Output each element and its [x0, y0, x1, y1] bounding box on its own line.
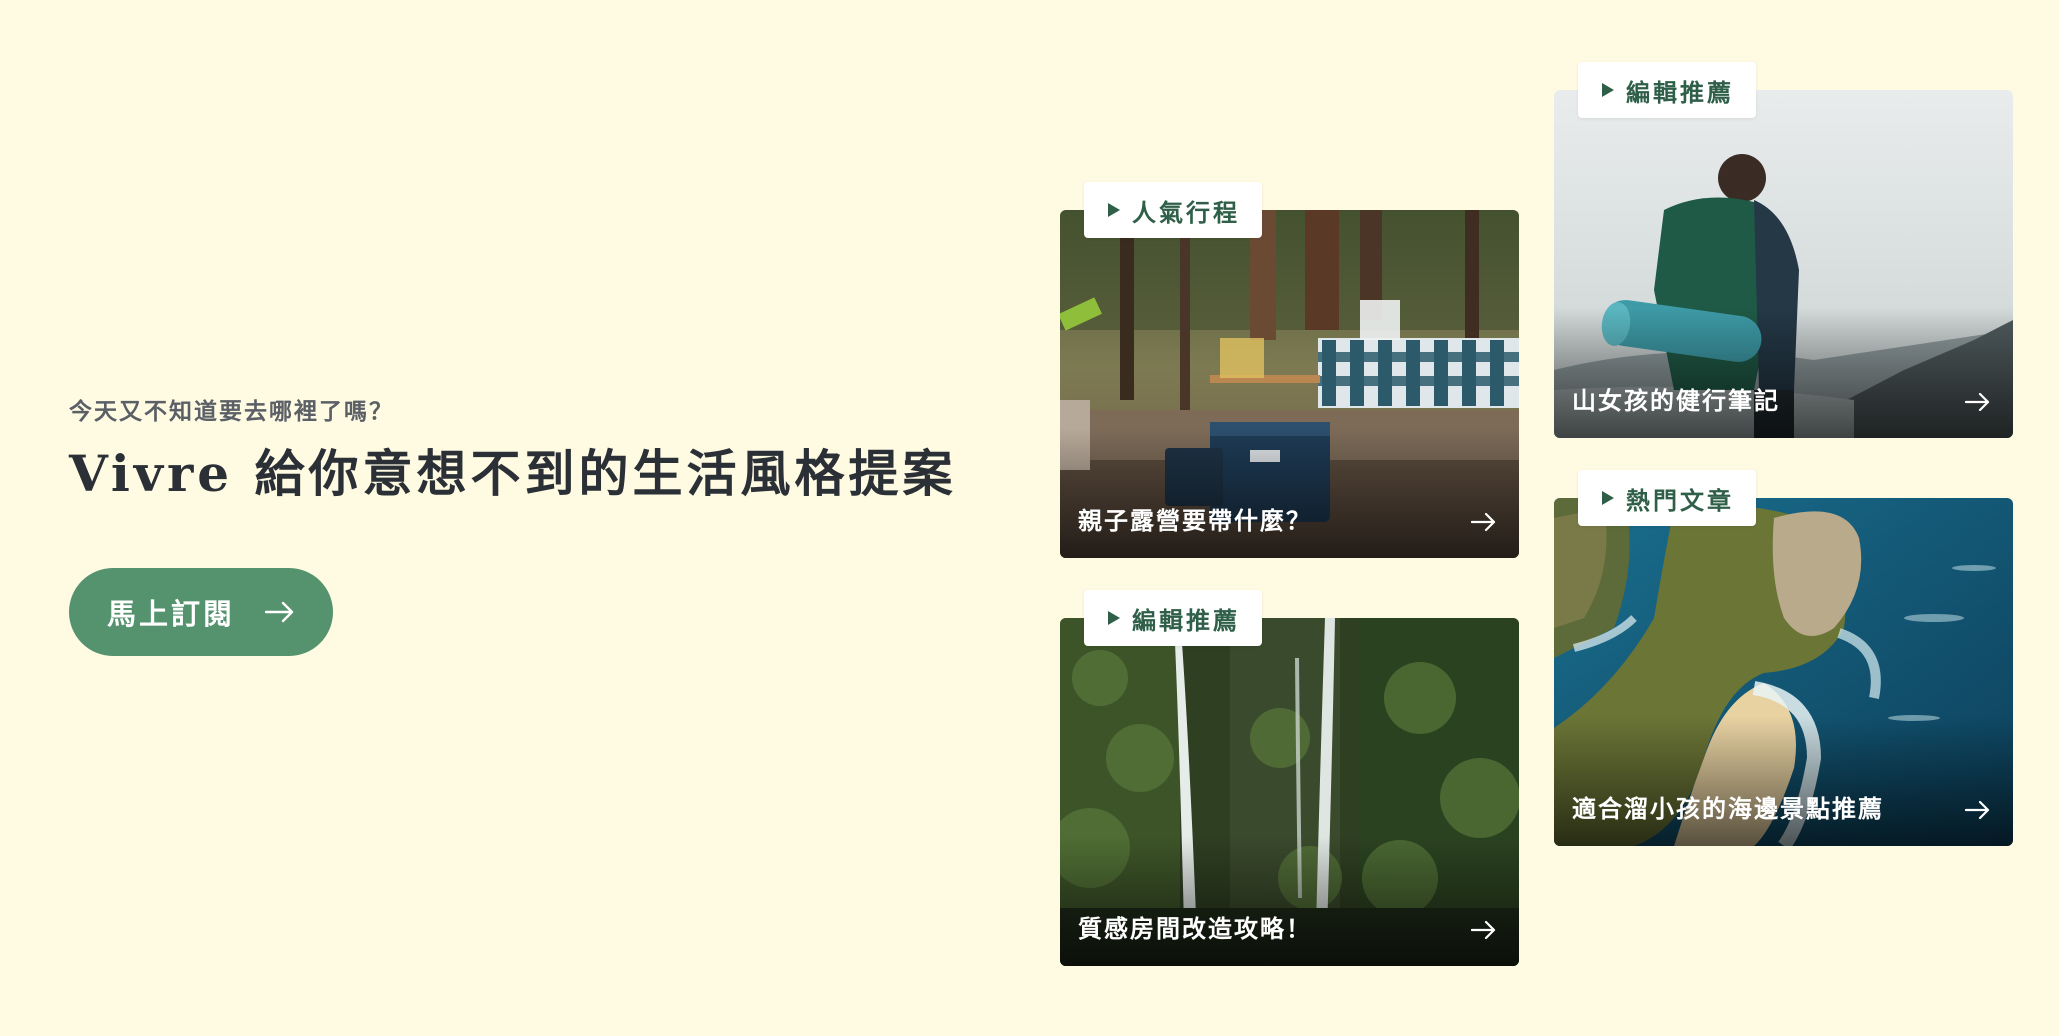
article-card-room-makeover[interactable]: 編輯推薦 質感房間改造攻略！	[1060, 590, 1519, 966]
category-tag-label: 熱門文章	[1626, 485, 1734, 515]
play-triangle-icon	[1108, 203, 1120, 217]
article-card-camping[interactable]: 人氣行程 親子露營要帶什麼？	[1060, 182, 1519, 558]
category-tag: 編輯推薦	[1578, 62, 1756, 118]
hero-section: 今天又不知道要去哪裡了嗎？ Vivre 給你意想不到的生活風格提案 馬上訂閱	[69, 398, 969, 656]
subscribe-button[interactable]: 馬上訂閱	[69, 567, 334, 656]
category-tag: 編輯推薦	[1084, 590, 1262, 646]
card-title: 山女孩的健行筆記	[1572, 386, 1780, 415]
article-card-beach-spots[interactable]: 熱門文章 適合溜小孩的海邊景點推薦	[1554, 470, 2013, 846]
category-tag: 人氣行程	[1084, 182, 1262, 238]
category-tag-label: 編輯推薦	[1132, 605, 1240, 635]
play-triangle-icon	[1602, 491, 1614, 505]
card-title: 質感房間改造攻略！	[1078, 914, 1312, 943]
card-title: 親子露營要帶什麼？	[1078, 506, 1312, 535]
category-tag-label: 人氣行程	[1132, 197, 1240, 227]
arrow-right-icon[interactable]	[1965, 800, 1991, 820]
arrow-right-icon[interactable]	[1471, 512, 1497, 532]
play-triangle-icon	[1108, 611, 1120, 625]
subscribe-button-label: 馬上訂閱	[107, 596, 236, 631]
article-card-hiking-notes[interactable]: 編輯推薦 山女孩的健行筆記	[1554, 62, 2013, 438]
arrow-right-icon	[265, 601, 295, 623]
hero-subtitle: 今天又不知道要去哪裡了嗎？	[69, 398, 394, 425]
category-tag: 熱門文章	[1578, 470, 1756, 526]
card-title: 適合溜小孩的海邊景點推薦	[1572, 794, 1884, 823]
category-tag-label: 編輯推薦	[1626, 77, 1734, 107]
hero-title: Vivre 給你意想不到的生活風格提案	[69, 443, 957, 503]
play-triangle-icon	[1602, 83, 1614, 97]
arrow-right-icon[interactable]	[1471, 920, 1497, 940]
arrow-right-icon[interactable]	[1965, 392, 1991, 412]
